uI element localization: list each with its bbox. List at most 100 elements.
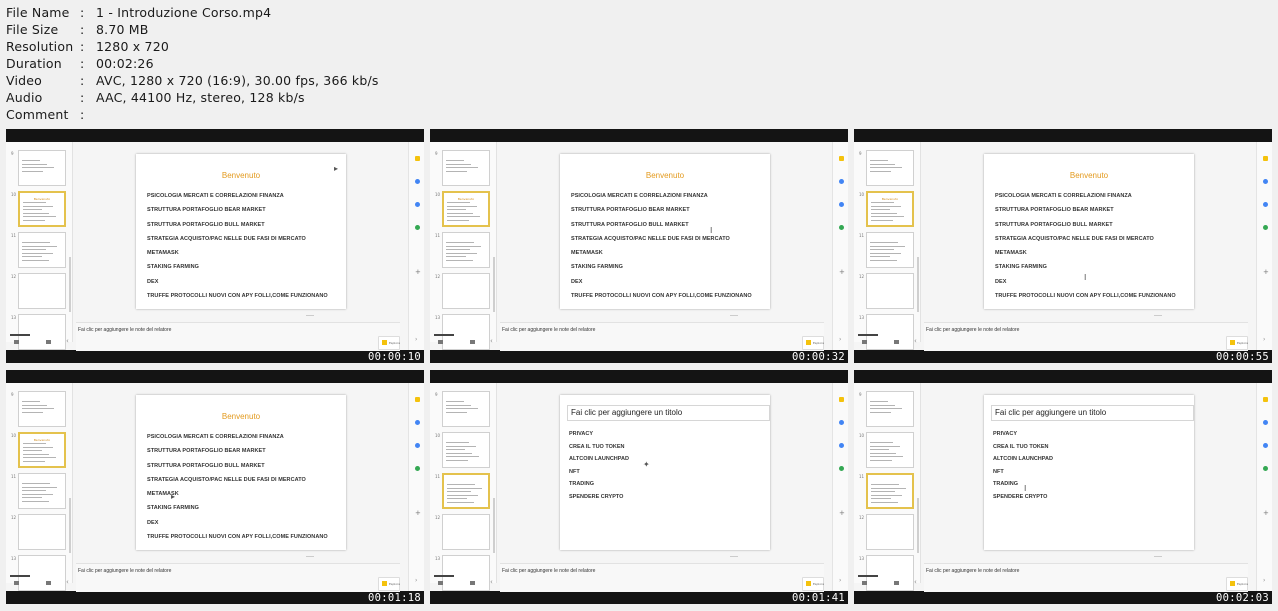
add-addon-icon[interactable]: + <box>415 510 421 517</box>
maps-icon[interactable] <box>1263 466 1268 471</box>
slide-thumbnail[interactable] <box>18 273 66 309</box>
video-thumbnail[interactable]: 9 10 Benvenuto 11 12 13 ‹ Benvenuto PSICOLOGIA M… <box>430 129 848 363</box>
keep-icon[interactable] <box>415 156 420 161</box>
slide-thumbnail[interactable]: Benvenuto <box>442 191 490 227</box>
collapse-sidebar-icon[interactable]: › <box>1263 577 1265 584</box>
panel-scrollbar[interactable] <box>493 257 495 312</box>
slide-thumbnail[interactable] <box>442 273 490 309</box>
slide-thumbnail[interactable] <box>866 273 914 309</box>
explore-button[interactable]: Esplora <box>378 577 400 591</box>
panel-scrollbar[interactable] <box>69 257 71 312</box>
tasks-icon[interactable] <box>415 179 420 184</box>
tasks-icon[interactable] <box>839 179 844 184</box>
video-thumbnail[interactable]: 9 10 Benvenuto 11 12 13 ‹ Benvenuto PSICOLOGIA M… <box>6 370 424 604</box>
speaker-notes[interactable]: Fai clic per aggiungere le note del rela… <box>924 563 1248 592</box>
title-placeholder[interactable]: Fai clic per aggiungere un titolo <box>567 405 770 421</box>
panel-scrollbar[interactable] <box>917 257 919 312</box>
add-addon-icon[interactable]: + <box>415 269 421 276</box>
filmstrip-view-icon[interactable] <box>438 581 443 585</box>
collapse-panel-icon[interactable]: ‹ <box>914 337 917 345</box>
video-thumbnail[interactable]: 9 10 11 12 13 ‹ Fai clic per aggiungere un tit… <box>854 370 1272 604</box>
speaker-notes[interactable]: Fai clic per aggiungere le note del rela… <box>500 322 824 351</box>
slide-thumbnail[interactable] <box>18 150 66 186</box>
filmstrip-view-icon[interactable] <box>438 340 443 344</box>
slide-thumbnail[interactable] <box>442 432 490 468</box>
collapse-sidebar-icon[interactable]: › <box>839 336 841 343</box>
add-addon-icon[interactable]: + <box>839 269 845 276</box>
keep-icon[interactable] <box>1263 156 1268 161</box>
slide-thumbnail[interactable] <box>18 232 66 268</box>
slide-thumbnail[interactable] <box>18 473 66 509</box>
collapse-sidebar-icon[interactable]: › <box>415 577 417 584</box>
explore-button[interactable]: Esplora <box>802 336 824 350</box>
collapse-panel-icon[interactable]: ‹ <box>66 578 69 586</box>
maps-icon[interactable] <box>415 225 420 230</box>
speaker-notes[interactable]: Fai clic per aggiungere le note del rela… <box>924 322 1248 351</box>
slide-thumbnail[interactable] <box>442 473 490 509</box>
grid-view-icon[interactable] <box>470 581 475 585</box>
keep-icon[interactable] <box>415 397 420 402</box>
contacts-icon[interactable] <box>1263 202 1268 207</box>
collapse-sidebar-icon[interactable]: › <box>839 577 841 584</box>
collapse-sidebar-icon[interactable]: › <box>1263 336 1265 343</box>
grid-view-icon[interactable] <box>470 340 475 344</box>
tasks-icon[interactable] <box>839 420 844 425</box>
grid-view-icon[interactable] <box>46 581 51 585</box>
slide-thumbnail[interactable] <box>866 232 914 268</box>
grid-view-icon[interactable] <box>894 581 899 585</box>
slide-thumbnail[interactable]: Benvenuto <box>18 191 66 227</box>
filmstrip-view-icon[interactable] <box>862 340 867 344</box>
slide-thumbnail[interactable] <box>442 391 490 427</box>
slide-thumbnail[interactable]: Benvenuto <box>18 432 66 468</box>
notes-resize-handle[interactable] <box>306 315 314 316</box>
filmstrip-view-icon[interactable] <box>14 340 19 344</box>
panel-scrollbar[interactable] <box>917 498 919 553</box>
maps-icon[interactable] <box>415 466 420 471</box>
contacts-icon[interactable] <box>1263 443 1268 448</box>
slide-thumbnail[interactable] <box>866 432 914 468</box>
add-addon-icon[interactable]: + <box>1263 510 1269 517</box>
video-thumbnail[interactable]: 9 10 11 12 13 ‹ Fai clic per aggiungere un tit… <box>430 370 848 604</box>
maps-icon[interactable] <box>839 225 844 230</box>
current-slide[interactable]: Benvenuto PSICOLOGIA MERCATI E CORRELAZIO… <box>136 154 346 309</box>
notes-resize-handle[interactable] <box>1154 556 1162 557</box>
notes-resize-handle[interactable] <box>730 315 738 316</box>
title-placeholder[interactable]: Fai clic per aggiungere un titolo <box>991 405 1194 421</box>
current-slide[interactable]: Benvenuto PSICOLOGIA MERCATI E CORRELAZIO… <box>136 395 346 550</box>
current-slide[interactable]: Fai clic per aggiungere un titolo PRIVACY… <box>560 395 770 550</box>
slide-thumbnail[interactable] <box>866 473 914 509</box>
collapse-panel-icon[interactable]: ‹ <box>914 578 917 586</box>
slide-thumbnail[interactable] <box>866 150 914 186</box>
collapse-panel-icon[interactable]: ‹ <box>490 337 493 345</box>
slide-thumbnail[interactable] <box>442 232 490 268</box>
slide-thumbnail[interactable] <box>18 391 66 427</box>
keep-icon[interactable] <box>839 397 844 402</box>
maps-icon[interactable] <box>1263 225 1268 230</box>
explore-button[interactable]: Esplora <box>1226 577 1248 591</box>
add-addon-icon[interactable]: + <box>1263 269 1269 276</box>
notes-resize-handle[interactable] <box>730 556 738 557</box>
contacts-icon[interactable] <box>839 202 844 207</box>
video-thumbnail[interactable]: 9 10 Benvenuto 11 12 13 ‹ Benvenuto PSICOLOGIA M… <box>854 129 1272 363</box>
grid-view-icon[interactable] <box>46 340 51 344</box>
slide-thumbnail[interactable]: Benvenuto <box>866 191 914 227</box>
video-thumbnail[interactable]: 9 10 Benvenuto 11 12 13 ‹ Benvenuto PSICOLOGIA M… <box>6 129 424 363</box>
slide-thumbnail[interactable] <box>18 514 66 550</box>
collapse-sidebar-icon[interactable]: › <box>415 336 417 343</box>
slide-thumbnail[interactable] <box>442 150 490 186</box>
collapse-panel-icon[interactable]: ‹ <box>66 337 69 345</box>
panel-scrollbar[interactable] <box>69 498 71 553</box>
current-slide[interactable]: Benvenuto PSICOLOGIA MERCATI E CORRELAZIO… <box>560 154 770 309</box>
current-slide[interactable]: Benvenuto PSICOLOGIA MERCATI E CORRELAZIO… <box>984 154 1194 309</box>
panel-scrollbar[interactable] <box>493 498 495 553</box>
notes-resize-handle[interactable] <box>1154 315 1162 316</box>
filmstrip-view-icon[interactable] <box>14 581 19 585</box>
grid-view-icon[interactable] <box>894 340 899 344</box>
speaker-notes[interactable]: Fai clic per aggiungere le note del rela… <box>76 322 400 351</box>
explore-button[interactable]: Esplora <box>378 336 400 350</box>
explore-button[interactable]: Esplora <box>802 577 824 591</box>
explore-button[interactable]: Esplora <box>1226 336 1248 350</box>
contacts-icon[interactable] <box>415 443 420 448</box>
maps-icon[interactable] <box>839 466 844 471</box>
tasks-icon[interactable] <box>1263 420 1268 425</box>
